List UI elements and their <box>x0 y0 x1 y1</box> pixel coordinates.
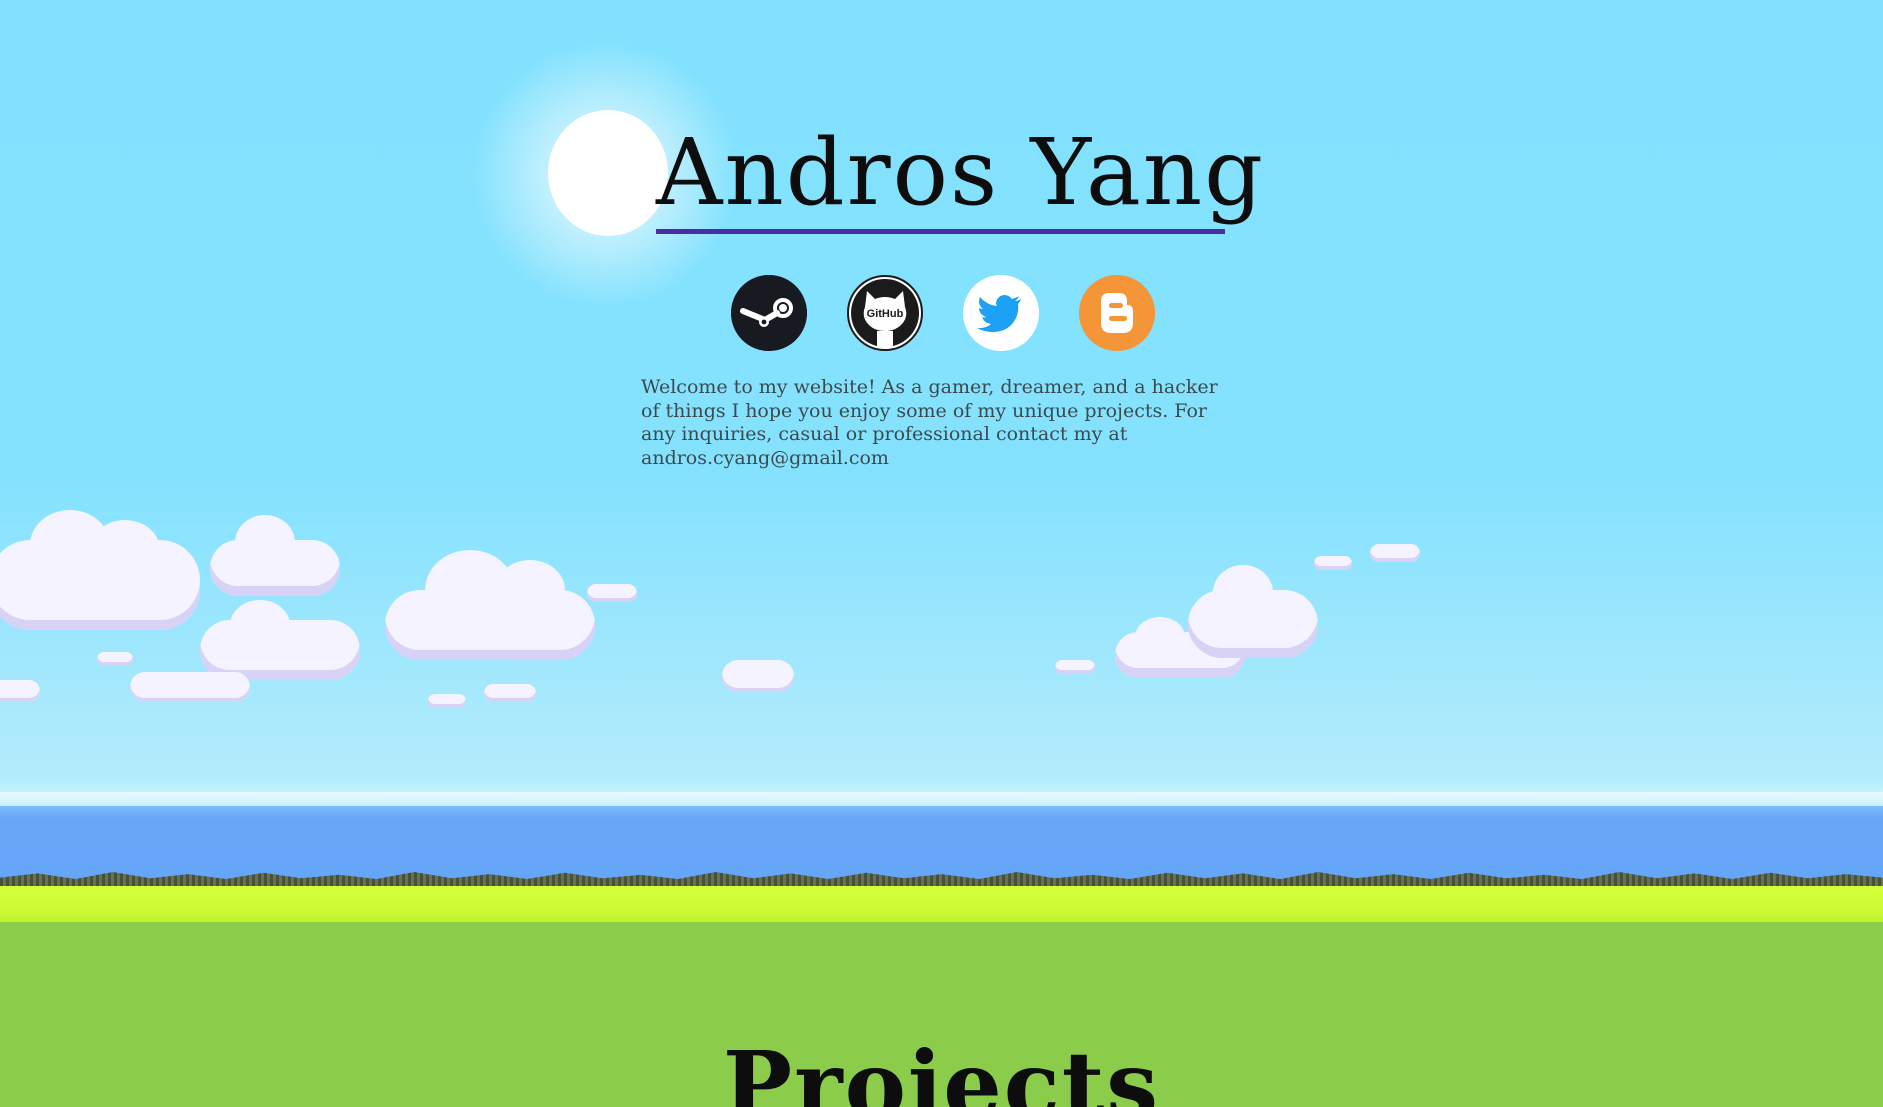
sun <box>548 110 668 236</box>
cloud <box>385 550 595 660</box>
projects-heading: Projects <box>722 1031 1161 1107</box>
cloud <box>428 694 466 708</box>
cloud <box>97 652 133 666</box>
github-icon: GitHub <box>851 279 919 347</box>
pixel-landscape-background: Andros Yang GitHub Welcome to my website… <box>0 0 1883 1107</box>
cloud <box>1055 660 1095 674</box>
horizon-foam <box>0 792 1883 806</box>
cloud <box>1314 556 1352 570</box>
svg-text:GitHub: GitHub <box>867 308 904 320</box>
blogger-icon <box>1079 275 1155 351</box>
title-wrap: Andros Yang <box>656 118 1265 228</box>
title-underline <box>656 229 1225 234</box>
steam-link[interactable] <box>731 275 807 351</box>
cloud <box>0 510 200 630</box>
page-title: Andros Yang <box>656 119 1265 226</box>
cloud <box>210 515 340 596</box>
cloud <box>1370 544 1420 562</box>
github-link[interactable]: GitHub <box>847 275 923 351</box>
steam-icon <box>731 275 807 351</box>
cloud <box>200 600 360 680</box>
twitter-link[interactable] <box>963 275 1039 351</box>
social-links: GitHub <box>731 275 1155 351</box>
cloud <box>0 680 40 702</box>
water <box>0 806 1883 884</box>
blogger-link[interactable] <box>1079 275 1155 351</box>
cloud <box>484 684 536 702</box>
cloud <box>722 660 794 692</box>
cloud <box>130 672 250 702</box>
cloud <box>587 584 637 602</box>
cloud <box>1188 565 1318 658</box>
intro-text: Welcome to my website! As a gamer, dream… <box>641 376 1218 469</box>
twitter-icon <box>963 275 1039 351</box>
